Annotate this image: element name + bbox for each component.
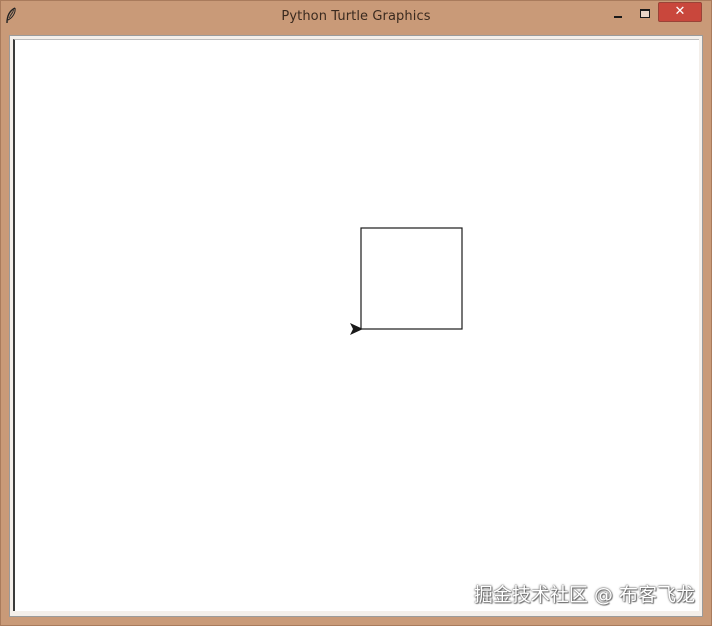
close-button[interactable]: ✕: [658, 2, 702, 22]
drawn-square: [360, 227, 463, 330]
drawing-surface: [350, 227, 463, 335]
maximize-icon: [640, 9, 650, 18]
close-icon: ✕: [674, 4, 686, 19]
title-bar[interactable]: Python Turtle Graphics ✕: [1, 1, 711, 35]
watermark-text: 掘金技术社区 @ 布客飞龙: [473, 584, 695, 606]
minimize-icon: [614, 16, 622, 18]
minimize-button[interactable]: [605, 3, 629, 23]
turtle-canvas[interactable]: [13, 39, 699, 611]
maximize-button[interactable]: [633, 3, 657, 23]
turtle-window: Python Turtle Graphics ✕ 掘金技术社区 @ 布客飞龙: [0, 0, 712, 626]
